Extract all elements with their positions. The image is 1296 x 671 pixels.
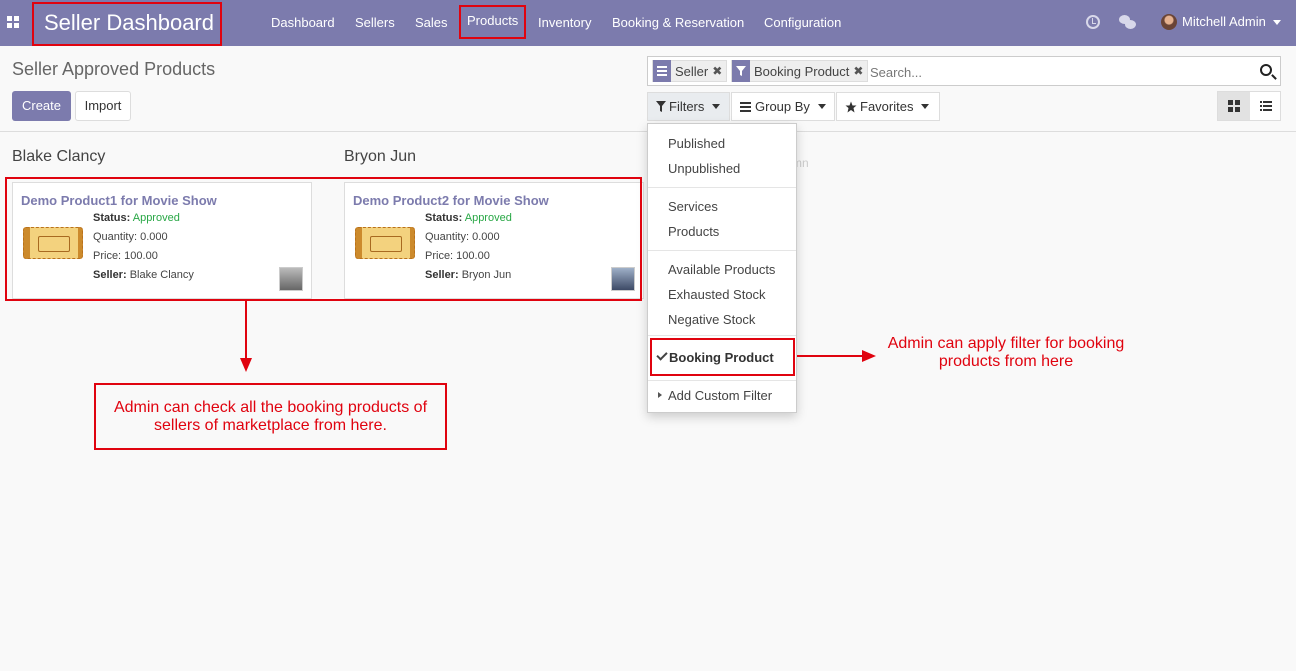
annotation-arrow-head <box>240 358 252 372</box>
group-by-icon <box>653 60 671 82</box>
menu-dashboard[interactable]: Dashboard <box>271 0 335 46</box>
facet-booking-product[interactable]: Booking Product ✖ <box>731 60 869 82</box>
chat-icon[interactable] <box>1119 15 1136 29</box>
list-view-icon[interactable] <box>1250 92 1282 120</box>
annotation-left-note: Admin can check all the booking products… <box>94 383 447 450</box>
filter-booking-product[interactable]: Booking Product <box>650 338 795 376</box>
menu-configuration[interactable]: Configuration <box>764 0 841 46</box>
kanban-view-icon[interactable] <box>1218 92 1250 120</box>
caret-down-icon <box>817 104 826 109</box>
dropdown-divider <box>648 380 796 381</box>
filter-negative-stock[interactable]: Negative Stock <box>668 312 755 327</box>
annotation-arrow-down <box>245 301 247 361</box>
chevron-down-icon[interactable] <box>1273 20 1281 25</box>
filter-booking-product-label: Booking Product <box>669 350 774 365</box>
filter-products[interactable]: Products <box>668 224 719 239</box>
kanban-column-title: Bryon Jun <box>344 148 417 165</box>
import-button[interactable]: Import <box>75 91 131 121</box>
check-icon <box>656 349 668 361</box>
annotation-cards-highlight <box>5 177 642 301</box>
dropdown-divider <box>648 335 796 336</box>
view-switcher <box>1217 91 1281 121</box>
filter-services[interactable]: Services <box>668 199 718 214</box>
close-icon[interactable]: ✖ <box>853 64 863 78</box>
search-bar[interactable]: Seller ✖ Booking Product ✖ <box>647 56 1281 86</box>
dropdown-divider <box>648 250 796 251</box>
search-icon[interactable] <box>1260 64 1272 76</box>
menu-booking-reservation[interactable]: Booking & Reservation <box>612 0 744 46</box>
brand-title[interactable]: Seller Dashboard <box>32 2 222 46</box>
facet-label: Seller <box>675 63 709 79</box>
filter-icon <box>656 101 666 112</box>
group-by-button[interactable]: Group By <box>731 92 835 121</box>
annotation-arrow-right <box>797 355 867 357</box>
menu-products[interactable]: Products <box>459 5 527 39</box>
list-icon <box>740 101 751 112</box>
kanban-column-title: Blake Clancy <box>12 148 106 165</box>
favorites-label: Favorites <box>860 99 914 114</box>
filters-dropdown: Published Unpublished Services Products … <box>647 123 797 413</box>
top-navbar: Seller Dashboard Dashboard Sellers Sales… <box>0 0 1296 46</box>
filter-exhausted-stock[interactable]: Exhausted Stock <box>668 287 766 302</box>
user-avatar[interactable] <box>1161 14 1177 30</box>
filter-icon <box>732 60 750 82</box>
add-custom-filter[interactable]: Add Custom Filter <box>668 388 772 403</box>
apps-icon[interactable] <box>7 16 19 28</box>
create-button[interactable]: Create <box>12 91 71 121</box>
page-title: Seller Approved Products <box>12 59 216 79</box>
facet-seller[interactable]: Seller ✖ <box>652 60 728 82</box>
close-icon[interactable]: ✖ <box>712 64 722 78</box>
search-input[interactable] <box>870 61 1250 83</box>
user-menu[interactable]: Mitchell Admin <box>1182 0 1266 44</box>
group-by-label: Group By <box>755 99 810 114</box>
filter-available-products[interactable]: Available Products <box>668 262 775 277</box>
dropdown-divider <box>648 187 796 188</box>
clock-icon[interactable] <box>1086 15 1100 29</box>
caret-down-icon <box>712 104 721 109</box>
menu-sales[interactable]: Sales <box>415 0 448 46</box>
annotation-right-note: Admin can apply filter for booking produ… <box>887 335 1125 370</box>
filter-unpublished[interactable]: Unpublished <box>668 161 740 176</box>
facet-label: Booking Product <box>754 63 850 79</box>
filters-label: Filters <box>669 99 705 114</box>
caret-right-icon <box>658 392 662 398</box>
filters-button[interactable]: Filters <box>647 92 730 121</box>
caret-down-icon <box>921 104 930 109</box>
filter-published[interactable]: Published <box>668 136 725 151</box>
star-icon <box>845 101 857 112</box>
favorites-button[interactable]: Favorites <box>836 92 940 121</box>
menu-inventory[interactable]: Inventory <box>538 0 591 46</box>
menu-sellers[interactable]: Sellers <box>355 0 395 46</box>
